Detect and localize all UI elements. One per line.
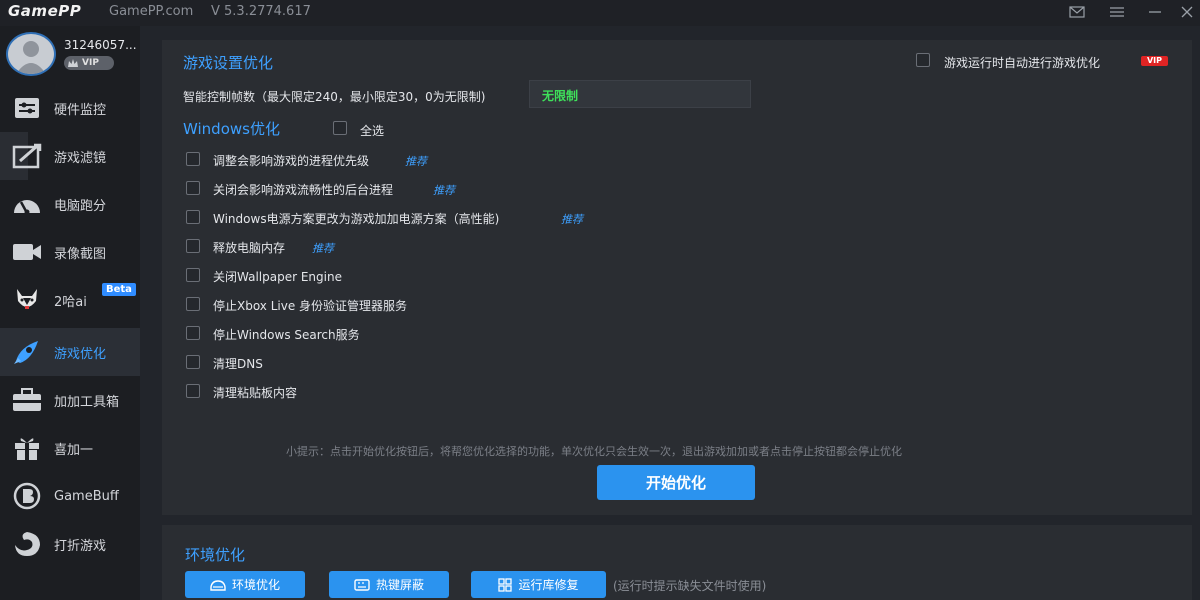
username: 31246057... [64, 38, 137, 52]
toolbox-icon [11, 385, 43, 415]
hotkey-block-button[interactable]: 热键屏蔽 [329, 571, 449, 598]
sidebar-item-discount[interactable]: 打折游戏 [0, 520, 140, 568]
site-link[interactable]: GamePP.com [109, 4, 193, 19]
option-label: 释放电脑内存 [213, 241, 286, 255]
recommend-tag: 推荐 [405, 155, 427, 168]
option-label: 调整会影响游戏的进程优先级 [213, 154, 370, 168]
recommend-tag: 推荐 [312, 242, 334, 255]
option-label: 清理粘贴板内容 [213, 386, 298, 400]
sidebar-item-recording[interactable]: 录像截图 [0, 228, 140, 276]
recommend-tag: 推荐 [561, 213, 583, 226]
rocket-icon [11, 337, 43, 367]
sidebar-item-hardware[interactable]: 硬件监控 [0, 84, 140, 132]
fps-limit-input[interactable]: 无限制 [529, 80, 751, 108]
crown-icon [68, 59, 78, 67]
sidebar-item-toolbox[interactable]: 加加工具箱 [0, 376, 140, 424]
environment-optimize-button[interactable]: 环境优化 [185, 571, 305, 598]
sidebar-item-game-optimize[interactable]: 游戏优化 [0, 328, 140, 376]
option-checkbox[interactable] [186, 384, 200, 398]
game-settings-title: 游戏设置优化 [183, 54, 274, 72]
sidebar-item-game-filter[interactable]: 游戏滤镜 [0, 132, 140, 180]
vip-tag: VIP [1141, 56, 1168, 66]
env-button-label: 环境优化 [231, 578, 280, 592]
option-label: 关闭会影响游戏流畅性的后台进程 [213, 183, 394, 197]
option-label: 停止Xbox Live 身份验证管理器服务 [213, 299, 408, 313]
sidebar-item-label: 喜加一 [54, 442, 94, 458]
discount-icon [11, 529, 43, 559]
grid-icon [498, 577, 513, 592]
title-bar: GamePP GamePP.com V 5.3.2774.617 [0, 0, 1200, 26]
vip-badge: VIP [64, 56, 114, 70]
gamebuff-icon [11, 481, 43, 511]
recommend-tag: 推荐 [433, 184, 455, 197]
auto-optimize-label: 游戏运行时自动进行游戏优化 [944, 56, 1101, 70]
runtime-repair-button[interactable]: 运行库修复 [471, 571, 606, 598]
sidebar-item-gift[interactable]: 喜加一 [0, 424, 140, 472]
benchmark-gauge-icon [11, 189, 43, 219]
minimize-icon[interactable] [1144, 2, 1166, 22]
env-button-label: 热键屏蔽 [375, 578, 424, 592]
sidebar: 31246057... VIP 硬件监控 游戏滤镜 电脑跑分 录像截图 2哈ai… [0, 26, 140, 600]
sidebar-item-label: 打折游戏 [54, 538, 107, 554]
vip-badge-text: VIP [82, 58, 99, 68]
select-all-checkbox[interactable] [333, 121, 347, 135]
runtime-repair-note: (运行时提示缺失文件时使用) [613, 579, 767, 593]
gift-icon [11, 433, 43, 463]
option-checkbox[interactable] [186, 268, 200, 282]
keyboard-icon [354, 578, 370, 591]
option-checkbox[interactable] [186, 326, 200, 340]
mail-icon[interactable] [1066, 2, 1088, 22]
env-icon [210, 579, 226, 591]
sidebar-item-label: 录像截图 [54, 246, 107, 262]
user-profile[interactable]: 31246057... VIP [0, 26, 140, 84]
option-label: 关闭Wallpaper Engine [213, 270, 342, 284]
auto-optimize-checkbox[interactable] [916, 53, 930, 67]
start-optimize-button[interactable]: 开始优化 [597, 465, 755, 500]
option-label: Windows电源方案更改为游戏加加电源方案（高性能) [213, 212, 500, 226]
close-icon[interactable] [1176, 2, 1198, 22]
menu-icon[interactable] [1106, 2, 1128, 22]
sidebar-item-label: GameBuff [54, 488, 119, 504]
beta-badge: Beta [102, 283, 136, 296]
sidebar-item-benchmark[interactable]: 电脑跑分 [0, 180, 140, 228]
option-checkbox[interactable] [186, 297, 200, 311]
sidebar-item-label: 游戏优化 [54, 346, 107, 362]
option-checkbox[interactable] [186, 181, 200, 195]
fps-limit-label: 智能控制帧数（最大限定240，最小限定30，0为无限制) [183, 90, 486, 104]
version-label: V 5.3.2774.617 [211, 4, 311, 19]
hardware-monitor-icon [11, 93, 43, 123]
sidebar-item-2ha-ai[interactable]: 2哈ai Beta [0, 276, 140, 324]
option-checkbox[interactable] [186, 239, 200, 253]
option-checkbox[interactable] [186, 152, 200, 166]
sidebar-item-label: 2哈ai [54, 294, 87, 310]
option-checkbox[interactable] [186, 355, 200, 369]
game-filter-icon [11, 141, 43, 171]
tip-text: 小提示：点击开始优化按钮后，将帮您优化选择的功能，单次优化只会生效一次，退出游戏… [286, 445, 902, 458]
select-all-label: 全选 [360, 124, 385, 138]
fps-limit-value: 无限制 [542, 89, 579, 103]
option-label: 停止Windows Search服务 [213, 328, 360, 342]
camera-icon [11, 237, 43, 267]
sidebar-item-label: 硬件监控 [54, 102, 107, 118]
sidebar-item-label: 加加工具箱 [54, 394, 120, 410]
windows-optimize-title: Windows优化 [183, 120, 280, 138]
env-button-label: 运行库修复 [518, 578, 579, 592]
sidebar-item-label: 电脑跑分 [54, 198, 107, 214]
husky-icon [11, 285, 43, 315]
option-checkbox[interactable] [186, 210, 200, 224]
avatar[interactable] [6, 32, 56, 76]
app-logo: GamePP [8, 2, 82, 20]
option-label: 清理DNS [213, 357, 263, 371]
sidebar-item-gamebuff[interactable]: GameBuff [0, 472, 140, 520]
environment-title: 环境优化 [185, 546, 246, 564]
sidebar-item-label: 游戏滤镜 [54, 150, 107, 166]
